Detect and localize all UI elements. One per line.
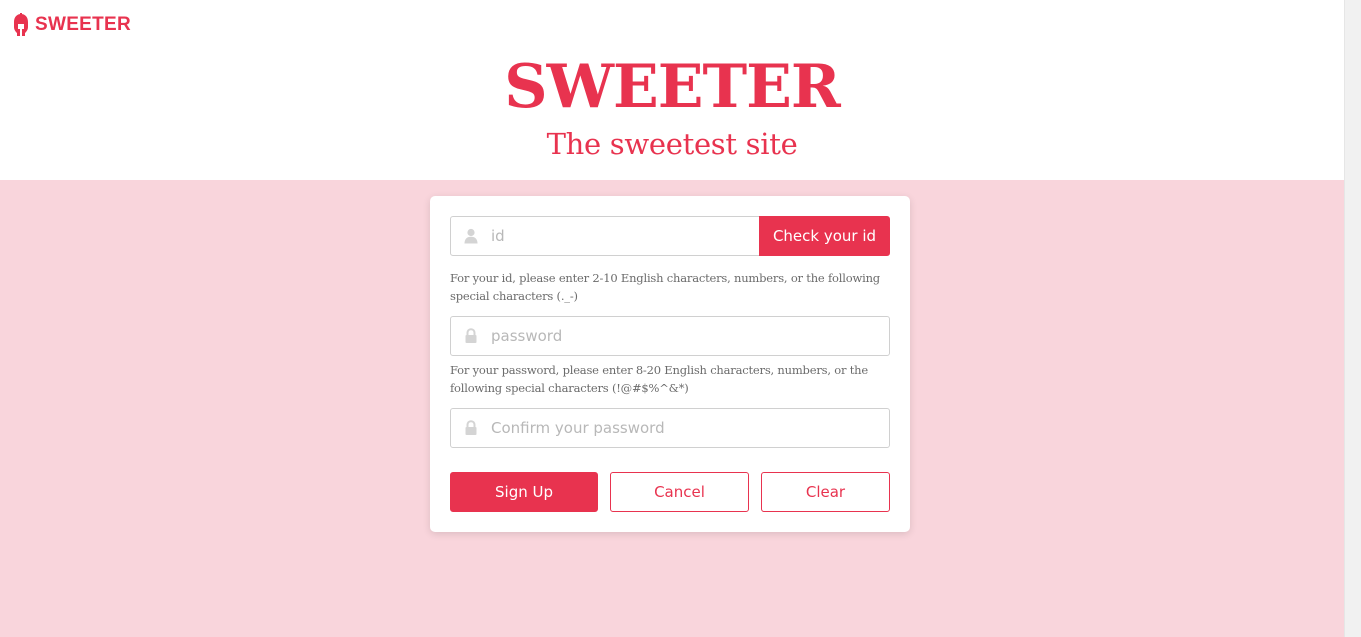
password-hint: For your password, please enter 8-20 Eng…	[450, 363, 868, 395]
hero: SWEETER The sweetest site	[0, 50, 1344, 180]
signup-section: Check your id For your id, please enter …	[0, 180, 1344, 637]
navbar: SWEETER	[0, 0, 1344, 50]
id-input-group	[450, 216, 760, 256]
page-scrollbar[interactable]	[1344, 0, 1361, 637]
id-hint: For your id, please enter 2-10 English c…	[450, 271, 880, 303]
confirm-password-input-group	[450, 408, 890, 448]
user-icon	[464, 228, 478, 244]
hero-title: SWEETER	[504, 52, 840, 122]
signup-card: Check your id For your id, please enter …	[430, 196, 910, 532]
confirm-password-input[interactable]	[491, 409, 871, 447]
sign-up-button[interactable]: Sign Up	[450, 472, 598, 512]
id-input[interactable]	[491, 217, 751, 255]
password-input[interactable]	[491, 317, 871, 355]
brand-link[interactable]: SWEETER	[12, 13, 131, 37]
check-id-button[interactable]: Check your id	[759, 216, 890, 256]
lock-icon	[465, 420, 477, 435]
page: SWEETER SWEETER The sweetest site Check …	[0, 0, 1344, 637]
brand-label: SWEETER	[35, 14, 132, 35]
lock-icon	[465, 328, 477, 343]
clear-button[interactable]: Clear	[761, 472, 890, 512]
hero-subtitle: The sweetest site	[546, 127, 798, 161]
spartan-helmet-icon	[14, 13, 28, 36]
cancel-button[interactable]: Cancel	[610, 472, 749, 512]
password-input-group	[450, 316, 890, 356]
